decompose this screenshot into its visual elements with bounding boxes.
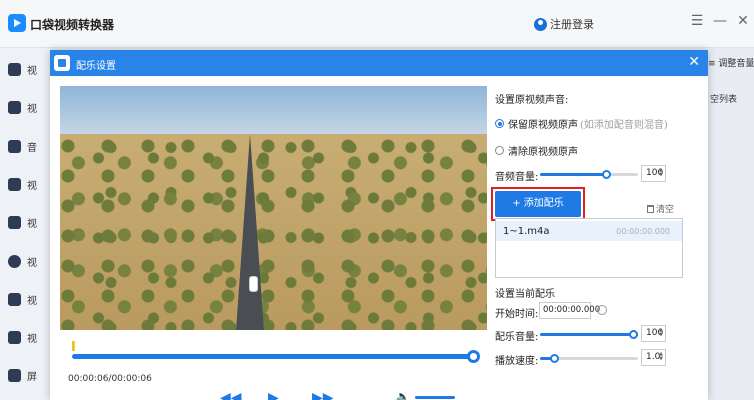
next-icon[interactable]: ▶▶	[312, 390, 334, 400]
music-volume-label: 配乐音量:	[495, 332, 539, 343]
spin-icon[interactable]: ▲ ▼	[659, 168, 663, 178]
adjust-volume-button[interactable]: ≡ 调整音量	[708, 56, 754, 69]
radio-unselected[interactable]	[495, 146, 504, 155]
volume-icon[interactable]: 🔈	[396, 390, 410, 400]
sidebar-item-6[interactable]: 视	[8, 252, 48, 270]
sidebar-item-label: 视	[27, 65, 37, 77]
sidebar-item-1[interactable]: 视	[8, 60, 48, 78]
minimize-icon[interactable]: —	[713, 14, 727, 28]
dialog-app-icon	[54, 55, 70, 71]
current-music-title: 设置当前配乐	[495, 289, 555, 300]
play-icon[interactable]: ▶	[268, 390, 279, 400]
music-volume-fill	[540, 333, 638, 336]
sidebar-item-label: 音	[27, 142, 37, 154]
sidebar-item-label: 视	[27, 257, 37, 269]
remove-original-label: 清除原视频原声	[508, 147, 578, 158]
music-settings-dialog: 配乐设置 ✕ I 00:00:06/00:00:06 ◀◀ ▶ ▶▶ 🔈 设置原…	[50, 50, 708, 400]
timeline-track[interactable]	[72, 354, 474, 359]
play-speed-slider[interactable]	[540, 354, 638, 363]
original-audio-title: 设置原视频声音:	[495, 95, 569, 106]
clear-list-button[interactable]: 空列表	[710, 92, 754, 105]
adjust-volume-label: 调整音量	[718, 59, 754, 69]
list-item[interactable]: 1~1.m4a 00:00:00.000	[496, 221, 682, 241]
menu-icon[interactable]: ☰	[690, 14, 704, 28]
app-logo-icon	[8, 14, 26, 32]
music-volume-input[interactable]: 100 ▲ ▼	[641, 325, 666, 342]
clear-label: 清空	[656, 205, 675, 215]
audio-volume-input[interactable]: 100 ▲ ▼	[641, 165, 666, 182]
audio-volume-slider[interactable]	[540, 170, 638, 179]
sidebar-item-label: 视	[27, 180, 37, 192]
music-volume-slider[interactable]	[540, 330, 638, 339]
compress-icon	[8, 254, 21, 268]
play-icon	[8, 177, 21, 191]
dialog-close-icon[interactable]: ✕	[688, 54, 700, 70]
list-icon: ≡	[708, 59, 716, 69]
play-speed-input[interactable]: 1.0 ▲ ▼	[641, 349, 666, 366]
timecode: 00:00:06/00:00:06	[68, 374, 152, 384]
keep-original-audio-option[interactable]: 保留原视频原声 (如添加配音则混音)	[495, 116, 668, 131]
sidebar-item-8[interactable]: 视	[8, 328, 48, 346]
sidebar-item-7[interactable]: 视	[8, 290, 48, 308]
user-icon	[534, 17, 547, 31]
sidebar: 视 视 音 视 视 视 视 视 屏	[0, 48, 50, 400]
sidebar-item-9[interactable]: 屏	[8, 366, 48, 384]
spin-icon[interactable]: ▲ ▼	[659, 328, 663, 338]
radio-selected[interactable]	[495, 119, 504, 128]
video-edit-icon	[8, 100, 21, 114]
app-title: 口袋视频转换器	[30, 18, 115, 32]
reset-time-icon[interactable]	[597, 305, 607, 315]
dialog-titlebar: 配乐设置 ✕	[50, 50, 708, 76]
sidebar-item-5[interactable]: 视	[8, 213, 48, 231]
music-duration: 00:00:00.000	[616, 227, 670, 236]
audio-volume-fill	[540, 173, 606, 176]
video-preview[interactable]	[60, 86, 487, 330]
remove-original-audio-option[interactable]: 清除原视频原声	[495, 143, 578, 158]
sidebar-item-label: 视	[27, 218, 37, 230]
start-time-label: 开始时间:	[495, 309, 539, 320]
clear-button[interactable]: 清空	[647, 202, 674, 215]
audio-icon	[8, 139, 21, 153]
sidebar-item-label: 屏	[27, 371, 37, 383]
keep-original-hint: (如添加配音则混音)	[580, 120, 668, 131]
preview-volume-slider[interactable]	[415, 396, 455, 399]
sidebar-item-3[interactable]: 音	[8, 137, 48, 155]
audio-volume-knob[interactable]	[601, 170, 611, 179]
audio-volume-label: 音频音量:	[495, 172, 539, 183]
sidebar-item-label: 视	[27, 295, 37, 307]
screen-record-icon	[8, 368, 21, 382]
start-time-input[interactable]: 00:00:00.000	[539, 302, 600, 319]
previous-icon[interactable]: ◀◀	[220, 390, 242, 400]
video-ground	[60, 134, 487, 330]
sidebar-item-label: 视	[27, 103, 37, 115]
music-name: 1~1.m4a	[503, 226, 550, 237]
sidebar-item-4[interactable]: 视	[8, 175, 48, 193]
sidebar-item-2[interactable]: 视	[8, 98, 48, 116]
dialog-title: 配乐设置	[76, 61, 116, 72]
timeline-knob[interactable]	[467, 350, 480, 363]
video-car	[249, 276, 258, 292]
play-speed-knob[interactable]	[549, 354, 559, 363]
spin-icon[interactable]: ▲ ▼	[659, 352, 663, 362]
play-speed-label: 播放速度:	[495, 356, 539, 367]
window-close-icon[interactable]: ✕	[736, 14, 750, 28]
clip-icon	[8, 215, 21, 229]
sidebar-item-label: 视	[27, 333, 37, 345]
video-icon	[8, 62, 21, 76]
music-volume-knob[interactable]	[629, 330, 638, 339]
keep-original-label: 保留原视频原声	[508, 120, 578, 131]
merge-icon	[8, 292, 21, 306]
add-music-button[interactable]: + 添加配乐	[495, 191, 581, 217]
app-titlebar: 口袋视频转换器 注册登录 ☰ — ✕	[0, 0, 754, 48]
film-icon	[8, 330, 21, 344]
trash-icon	[647, 204, 654, 213]
video-sky	[60, 86, 487, 138]
login-label: 注册登录	[550, 18, 594, 31]
login-button[interactable]: 注册登录	[534, 16, 594, 32]
music-list[interactable]: 1~1.m4a 00:00:00.000	[495, 218, 683, 278]
